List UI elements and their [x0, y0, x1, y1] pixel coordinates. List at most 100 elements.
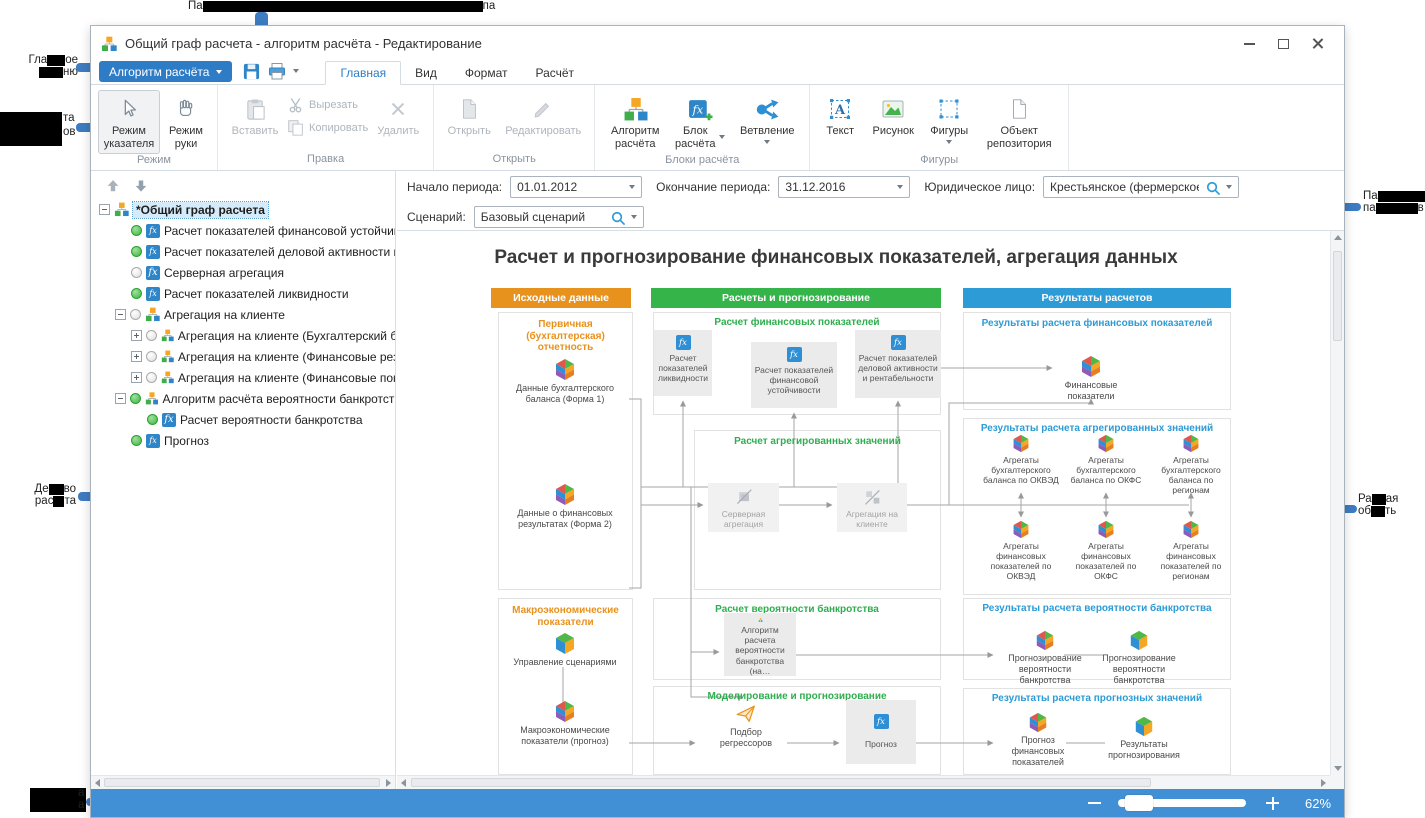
collapse-icon[interactable] — [115, 393, 126, 404]
scroll-right-icon — [1321, 779, 1326, 787]
search-icon[interactable] — [610, 210, 625, 225]
algorithm-button[interactable]: Алгоритм расчёта — [602, 90, 668, 154]
data-node[interactable]: Данные о финансовых результатах (Форма 2… — [515, 483, 615, 530]
callout-params: Па пав — [1363, 190, 1425, 214]
save-button[interactable] — [242, 62, 261, 81]
result-node[interactable]: Агрегаты бухгалтерского баланса по ОКВЭД — [979, 434, 1063, 485]
params-panel: Начало периода: 01.01.2012 Окончание пер… — [397, 171, 1344, 231]
data-node[interactable]: Данные бухгалтерского баланса (Форма 1) — [515, 358, 615, 405]
scissors-icon — [287, 96, 304, 113]
tree-item[interactable]: *Общий граф расчета — [91, 199, 395, 220]
result-node[interactable]: Прогнозирование вероятности банкротства — [1004, 630, 1086, 685]
zoom-out-button[interactable] — [1088, 802, 1101, 804]
minimize-button[interactable] — [1232, 33, 1266, 55]
tree-item[interactable]: Расчет показателей ликвидности — [91, 283, 395, 304]
scenario-combo[interactable]: Базовый сценарий — [474, 206, 644, 228]
tab-calc[interactable]: Расчёт — [521, 62, 588, 84]
move-up-button[interactable] — [105, 177, 121, 193]
scroll-thumb[interactable] — [1333, 251, 1342, 341]
result-node[interactable]: Результаты прогнозирования — [1104, 716, 1184, 761]
tree-item[interactable]: Агрегация на клиенте — [91, 304, 395, 325]
app-menu-button[interactable]: Алгоритм расчёта — [99, 61, 232, 82]
close-icon — [1311, 37, 1324, 50]
callout-tree: Дево раста — [16, 483, 76, 507]
tab-view[interactable]: Вид — [401, 62, 451, 84]
result-node[interactable]: Прогноз финансовых показателей — [998, 712, 1078, 767]
scroll-down-icon — [1334, 766, 1342, 771]
tree-item[interactable]: Расчет показателей деловой активности и … — [91, 241, 395, 262]
calc-block[interactable]: Расчет показателей ликвидности — [654, 330, 712, 396]
fx-icon — [891, 335, 906, 350]
tree-hscrollbar[interactable] — [91, 775, 395, 789]
text-icon — [828, 94, 852, 124]
canvas-hscrollbar[interactable] — [397, 775, 1330, 789]
copy-button[interactable]: Копировать — [287, 119, 368, 136]
data-node[interactable]: Макроэкономические показатели (прогноз) — [503, 700, 627, 747]
data-node[interactable]: Управление сценариями — [503, 632, 627, 668]
hand-mode-button[interactable]: Режим руки — [162, 90, 210, 154]
tree-item[interactable]: Серверная агрегация — [91, 262, 395, 283]
calc-block-disabled[interactable]: Агрегация на клиенте — [837, 483, 907, 532]
chevron-down-icon — [764, 140, 770, 144]
tree-item[interactable]: Агрегация на клиенте (Финансовые результ… — [91, 346, 395, 367]
tree-item[interactable]: Агрегация на клиенте (Бухгалтерский бала… — [91, 325, 395, 346]
branching-button[interactable]: Ветвление — [732, 90, 802, 147]
cube-icon — [1011, 520, 1031, 539]
legal-entity-combo[interactable]: Крестьянское (фермерское) хозяй — [1043, 176, 1239, 198]
edit-button[interactable]: Редактировать — [499, 90, 587, 141]
shapes-button[interactable]: Фигуры — [923, 90, 975, 147]
zoom-slider-handle[interactable] — [1125, 795, 1153, 811]
close-button[interactable] — [1300, 33, 1334, 55]
calc-block-disabled[interactable]: Серверная агрегация — [708, 483, 779, 532]
result-node[interactable]: Агрегаты бухгалтерского баланса по регио… — [1149, 434, 1233, 495]
calc-block[interactable]: Расчет показателей финансовой устойчивос… — [751, 342, 837, 408]
open-button[interactable]: Открыть — [441, 90, 497, 141]
maximize-button[interactable] — [1266, 33, 1300, 55]
calc-block[interactable]: Расчет показателей деловой активности и … — [855, 330, 941, 398]
chevron-down-icon — [946, 140, 952, 144]
move-down-button[interactable] — [133, 177, 149, 193]
regressor-node[interactable]: Подбор регрессоров — [706, 703, 786, 749]
result-node[interactable]: Агрегаты финансовых показателей по ОКВЭД — [979, 520, 1063, 581]
paste-button[interactable]: Вставить — [225, 90, 285, 141]
expand-icon[interactable] — [131, 330, 142, 341]
quick-access-dropdown[interactable] — [293, 69, 299, 73]
calc-block[interactable]: Прогноз — [846, 700, 916, 764]
tree-item[interactable]: Алгоритм расчёта вероятности банкротства… — [91, 388, 395, 409]
cut-button[interactable]: Вырезать — [287, 96, 368, 113]
algorithm-block[interactable]: Алгоритм расчета вероятности банкротства… — [724, 613, 796, 676]
collapse-icon[interactable] — [115, 309, 126, 320]
calc-block-button[interactable]: Блок расчёта — [670, 90, 730, 154]
delete-button[interactable]: Удалить — [370, 90, 426, 141]
result-node[interactable]: Прогнозирование вероятности банкротства — [1098, 630, 1180, 685]
tree-item[interactable]: Агрегация на клиенте (Финансовые показат… — [91, 367, 395, 388]
repository-object-button[interactable]: Объект репозитория — [977, 90, 1061, 154]
pointer-mode-button[interactable]: Режим указателя — [98, 90, 160, 154]
group-label-mode: Режим — [91, 154, 217, 170]
zoom-in-button[interactable] — [1266, 797, 1279, 810]
expand-icon[interactable] — [131, 372, 142, 383]
result-node[interactable]: Агрегаты финансовых показателей по ОКФС — [1064, 520, 1148, 581]
status-green-icon — [147, 414, 158, 425]
scroll-thumb[interactable] — [104, 778, 380, 787]
start-period-combo[interactable]: 01.01.2012 — [510, 176, 642, 198]
zoom-slider[interactable] — [1118, 799, 1246, 807]
tab-home[interactable]: Главная — [325, 61, 401, 85]
text-button[interactable]: Текст — [817, 90, 863, 141]
scroll-thumb[interactable] — [411, 778, 1151, 787]
search-icon[interactable] — [1205, 180, 1220, 195]
expand-icon[interactable] — [131, 351, 142, 362]
redaction-box — [47, 55, 65, 66]
picture-button[interactable]: Рисунок — [865, 90, 921, 141]
result-node[interactable]: Финансовые показатели — [1051, 355, 1131, 402]
tab-format[interactable]: Формат — [451, 62, 522, 84]
result-node[interactable]: Агрегаты финансовых показателей по регио… — [1149, 520, 1233, 581]
print-button[interactable] — [267, 61, 287, 81]
tree-item[interactable]: Расчет вероятности банкротства — [91, 409, 395, 430]
end-period-combo[interactable]: 31.12.2016 — [778, 176, 910, 198]
result-node[interactable]: Агрегаты бухгалтерского баланса по ОКФС — [1064, 434, 1148, 485]
canvas-vscrollbar[interactable] — [1330, 231, 1344, 775]
tree-item[interactable]: Расчет показателей финансовой устойчивос… — [91, 220, 395, 241]
collapse-icon[interactable] — [99, 204, 110, 215]
tree-item[interactable]: Прогноз — [91, 430, 395, 451]
